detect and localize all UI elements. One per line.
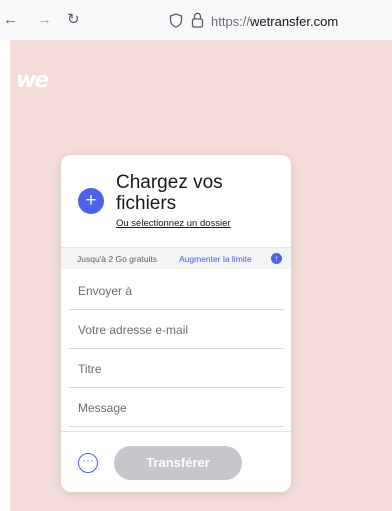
url-scheme: https:// — [211, 14, 251, 29]
more-options-button[interactable]: ··· — [78, 453, 98, 473]
address-bar[interactable]: https://wetransfer.com — [211, 14, 338, 29]
browser-toolbar: ← → ↻ https://wetransfer.com — [0, 0, 392, 40]
title-input[interactable] — [69, 350, 284, 387]
wetransfer-logo[interactable]: we — [16, 68, 49, 93]
message-field — [69, 389, 284, 427]
reload-icon[interactable]: ↻ — [67, 12, 80, 28]
url-host: wetransfer.com — [250, 14, 339, 29]
shield-icon[interactable] — [169, 13, 183, 28]
select-folder-link[interactable]: Ou sélectionnez un dossier — [116, 218, 231, 229]
title-field — [69, 350, 284, 388]
message-input[interactable] — [69, 389, 284, 426]
forward-arrow-icon[interactable]: → — [37, 12, 52, 28]
transfer-button[interactable]: Transférer — [114, 446, 242, 480]
quota-text: Jusqu'à 2 Go gratuits — [77, 254, 158, 264]
upload-title[interactable]: Chargez vos fichiers — [116, 172, 276, 214]
left-edge-strip — [0, 40, 10, 511]
lock-icon[interactable] — [191, 12, 204, 28]
email-input[interactable] — [69, 311, 284, 348]
email-field — [69, 311, 284, 349]
back-arrow-icon[interactable]: ← — [3, 12, 18, 28]
send-to-input[interactable] — [69, 272, 284, 309]
arrow-up-circle-icon[interactable]: ↑ — [271, 253, 282, 264]
upload-card: + Chargez vos fichiers Ou sélectionnez u… — [61, 155, 291, 492]
send-to-field — [69, 272, 284, 310]
footer-divider — [61, 431, 291, 432]
quota-bar: Jusqu'à 2 Go gratuits Augmenter la limit… — [61, 247, 291, 269]
add-files-button[interactable]: + — [78, 188, 104, 214]
increase-limit-link[interactable]: Augmenter la limite — [179, 254, 252, 264]
